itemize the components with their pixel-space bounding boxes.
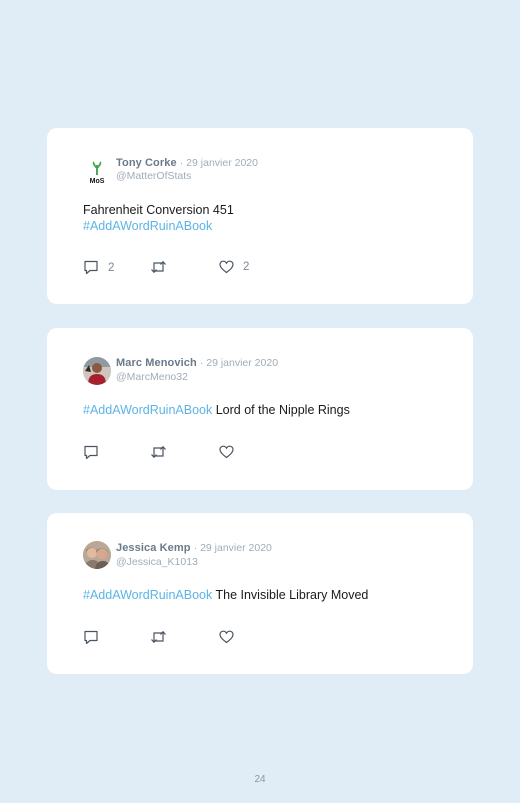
user-handle[interactable]: @MarcMeno32 xyxy=(116,371,188,384)
user-name[interactable]: Marc Menovich xyxy=(116,357,197,369)
tweet-date[interactable]: · 29 janvier 2020 xyxy=(200,357,278,369)
hashtag-link[interactable]: #AddAWordRuinABook xyxy=(83,403,212,417)
tweet-actions xyxy=(83,445,383,461)
tweet-actions xyxy=(83,630,383,646)
tweet-header: Jessica Kemp · 29 janvier 2020 xyxy=(116,542,272,555)
tweet-header: Marc Menovich · 29 janvier 2020 xyxy=(116,357,278,370)
reply-icon xyxy=(83,260,99,275)
retweet-button[interactable] xyxy=(150,630,176,644)
tweet-text-line: Lord of the Nipple Rings xyxy=(212,403,350,417)
like-icon xyxy=(219,630,234,644)
reply-icon xyxy=(83,630,99,645)
like-button[interactable]: 2 xyxy=(219,260,249,274)
hashtag-link[interactable]: #AddAWordRuinABook xyxy=(83,219,234,235)
tweet-text: #AddAWordRuinABook The Invisible Library… xyxy=(83,588,368,604)
retweet-button[interactable] xyxy=(150,445,176,459)
tweet-text: Fahrenheit Conversion 451 #AddAWordRuinA… xyxy=(83,203,234,234)
tweet-text-line: Fahrenheit Conversion 451 xyxy=(83,203,234,217)
retweet-icon xyxy=(150,260,167,274)
user-name[interactable]: Tony Corke xyxy=(116,157,177,169)
tweet-card: Marc Menovich · 29 janvier 2020 @MarcMen… xyxy=(47,328,473,490)
avatar[interactable]: MoS xyxy=(83,157,111,185)
user-handle[interactable]: @Jessica_K1013 xyxy=(116,556,198,569)
reply-icon xyxy=(83,445,99,460)
reply-button[interactable] xyxy=(83,445,108,460)
like-button[interactable] xyxy=(219,445,243,459)
page-number: 24 xyxy=(254,774,266,785)
reply-button[interactable]: 2 xyxy=(83,260,114,275)
tweet-text: #AddAWordRuinABook Lord of the Nipple Ri… xyxy=(83,403,350,419)
tweet-actions: 2 2 xyxy=(83,260,383,276)
like-count: 2 xyxy=(243,261,250,273)
user-handle[interactable]: @MatterOfStats xyxy=(116,170,191,183)
tweet-date[interactable]: · 29 janvier 2020 xyxy=(194,542,272,554)
retweet-button[interactable] xyxy=(150,260,176,274)
like-icon xyxy=(219,260,234,274)
avatar[interactable] xyxy=(83,357,111,385)
tweet-header: Tony Corke · 29 janvier 2020 xyxy=(116,157,258,170)
reply-count: 2 xyxy=(108,261,115,274)
like-icon xyxy=(219,445,234,459)
retweet-icon xyxy=(150,630,167,644)
tweet-card: MoS Tony Corke · 29 janvier 2020 @Matter… xyxy=(47,128,473,304)
tweet-card: Jessica Kemp · 29 janvier 2020 @Jessica_… xyxy=(47,513,473,674)
user-name[interactable]: Jessica Kemp xyxy=(116,542,191,554)
tweet-text-line: The Invisible Library Moved xyxy=(212,588,369,602)
retweet-icon xyxy=(150,445,167,459)
tweet-date[interactable]: · 29 janvier 2020 xyxy=(180,157,258,169)
like-button[interactable] xyxy=(219,630,243,644)
hashtag-link[interactable]: #AddAWordRuinABook xyxy=(83,588,212,602)
reply-button[interactable] xyxy=(83,630,108,645)
avatar[interactable] xyxy=(83,541,111,569)
svg-text:MoS: MoS xyxy=(90,178,105,185)
